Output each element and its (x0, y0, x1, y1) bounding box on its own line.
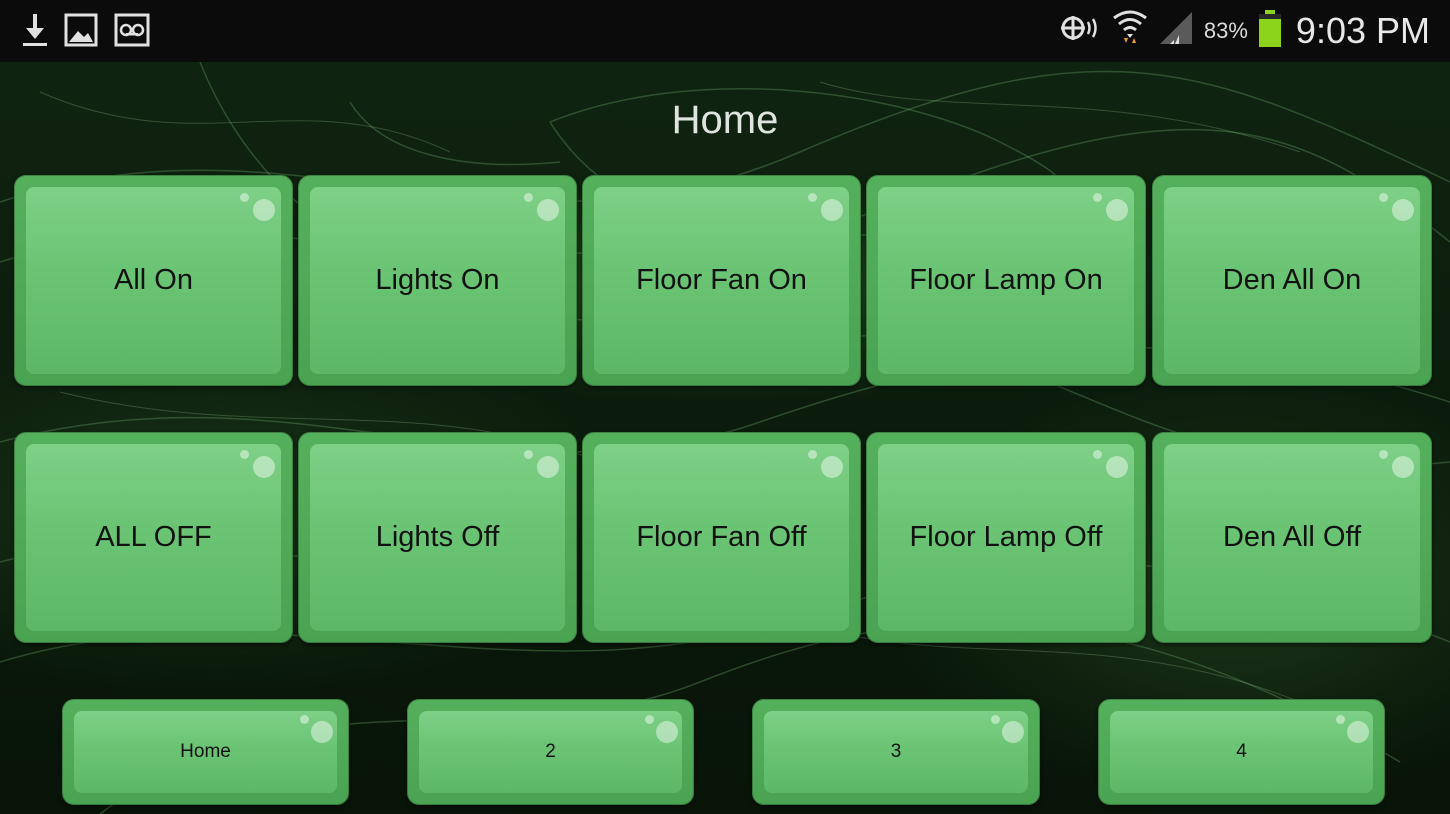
button-face: Lights Off (310, 444, 565, 631)
button-face: Den All Off (1164, 444, 1420, 631)
button-face: Den All On (1164, 187, 1420, 374)
gloss-highlight (300, 715, 309, 724)
gloss-highlight (253, 199, 275, 221)
voicemail-icon (114, 13, 150, 52)
page-title: Home (671, 98, 779, 142)
battery-percent: 83% (1203, 17, 1248, 43)
button-label: Floor Fan On (636, 264, 807, 296)
lights-on-button[interactable]: Lights On (298, 175, 577, 386)
wifi-icon (1112, 8, 1148, 53)
gloss-highlight (1093, 193, 1102, 202)
button-label: 2 (545, 741, 556, 762)
nav-page-4-button[interactable]: 4 (1098, 699, 1385, 805)
button-face: Home (74, 711, 337, 793)
button-face: Floor Fan Off (594, 444, 849, 631)
button-face: All On (26, 187, 281, 374)
gloss-highlight (821, 199, 843, 221)
download-icon (22, 12, 48, 53)
clock: 9:03 PM (1295, 9, 1430, 51)
den-all-on-button[interactable]: Den All On (1152, 175, 1432, 386)
gloss-highlight (1347, 721, 1369, 743)
button-label: Lights On (375, 264, 500, 296)
gloss-highlight (1336, 715, 1345, 724)
floor-lamp-on-button[interactable]: Floor Lamp On (866, 175, 1146, 386)
nav-page-2-button[interactable]: 2 (407, 699, 694, 805)
button-label: Den All Off (1222, 521, 1362, 553)
all-off-button[interactable]: ALL OFF (14, 432, 293, 643)
gloss-highlight (524, 450, 533, 459)
gloss-highlight (537, 199, 559, 221)
battery-icon (1258, 8, 1282, 53)
button-label: 3 (890, 741, 902, 762)
gloss-highlight (537, 456, 559, 478)
gloss-highlight (808, 450, 817, 459)
nfc-icon (1060, 11, 1102, 50)
system-icons: 83% 9:03 PM (1060, 8, 1430, 53)
signal-icon (1158, 10, 1194, 51)
gloss-highlight (1379, 193, 1388, 202)
button-face: Lights On (310, 187, 565, 374)
button-label: Home (180, 741, 231, 762)
gloss-highlight (524, 193, 533, 202)
button-label: Floor Lamp On (909, 264, 1103, 296)
gloss-highlight (1093, 450, 1102, 459)
button-face: 4 (1110, 711, 1373, 793)
gloss-highlight (1106, 199, 1128, 221)
gloss-highlight (821, 456, 843, 478)
gloss-highlight (240, 193, 249, 202)
gloss-highlight (656, 721, 678, 743)
nav-home-button[interactable]: Home (62, 699, 349, 805)
gloss-highlight (1379, 450, 1388, 459)
notification-icons (22, 12, 150, 53)
gloss-highlight (991, 715, 1000, 724)
all-on-button[interactable]: All On (14, 175, 293, 386)
floor-fan-off-button[interactable]: Floor Fan Off (582, 432, 861, 643)
den-all-off-button[interactable]: Den All Off (1152, 432, 1432, 643)
button-face: Floor Fan On (594, 187, 849, 374)
button-face: Floor Lamp On (878, 187, 1134, 374)
gloss-highlight (808, 193, 817, 202)
nav-page-3-button[interactable]: 3 (752, 699, 1040, 805)
floor-fan-on-button[interactable]: Floor Fan On (582, 175, 861, 386)
image-icon (64, 13, 98, 52)
button-label: Floor Fan Off (636, 521, 807, 553)
button-face: 2 (419, 711, 682, 793)
button-label: Den All On (1222, 264, 1362, 296)
gloss-highlight (1002, 721, 1024, 743)
gloss-highlight (1392, 199, 1414, 221)
gloss-highlight (240, 450, 249, 459)
button-face: 3 (764, 711, 1028, 793)
gloss-highlight (311, 721, 333, 743)
button-face: ALL OFF (26, 444, 281, 631)
button-label: All On (114, 264, 193, 296)
status-bar: 83% 9:03 PM (0, 0, 1450, 62)
gloss-highlight (253, 456, 275, 478)
gloss-highlight (645, 715, 654, 724)
button-label: Floor Lamp Off (909, 521, 1103, 553)
floor-lamp-off-button[interactable]: Floor Lamp Off (866, 432, 1146, 643)
button-label: ALL OFF (95, 521, 212, 553)
button-label: 4 (1236, 741, 1247, 762)
gloss-highlight (1106, 456, 1128, 478)
gloss-highlight (1392, 456, 1414, 478)
lights-off-button[interactable]: Lights Off (298, 432, 577, 643)
button-face: Floor Lamp Off (878, 444, 1134, 631)
button-label: Lights Off (375, 521, 500, 553)
